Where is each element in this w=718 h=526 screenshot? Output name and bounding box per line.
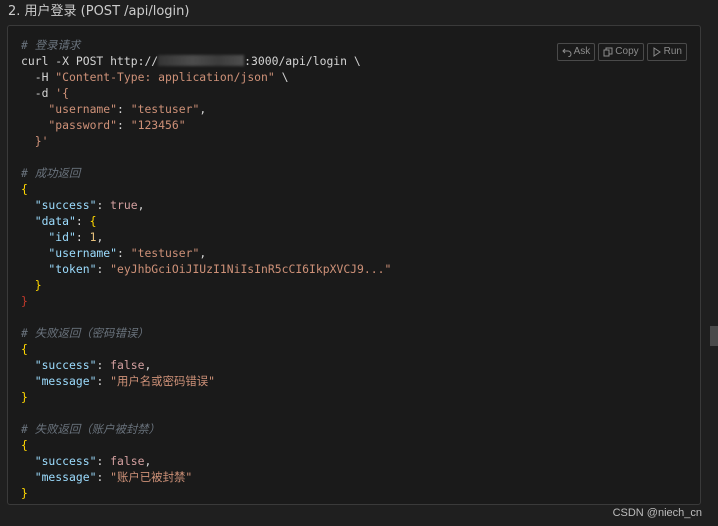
copy-button[interactable]: Copy <box>598 43 644 61</box>
code-line: } <box>21 294 28 308</box>
comment-fail-password: # 失败返回（密码错误） <box>21 326 149 340</box>
code-line: } <box>21 278 42 292</box>
header-value: "Content-Type: application/json" <box>55 70 275 84</box>
id-key: "id" <box>21 230 76 244</box>
code-line: }' <box>21 133 391 149</box>
section-heading: 2. 用户登录 (POST /api/login) <box>8 4 190 19</box>
fail-success-value: false <box>110 358 145 372</box>
username-key: "username" <box>21 102 118 116</box>
code-line: } <box>21 390 28 404</box>
code-line: "success": false, <box>21 454 152 468</box>
message-key: "message" <box>21 374 97 388</box>
header-flag: -H <box>21 70 56 84</box>
message-value-password: "用户名或密码错误" <box>110 374 215 388</box>
code-line: { <box>21 342 28 356</box>
code-line: "token": "eyJhbGciOiJIUzI1NiIsInR5cCI6Ik… <box>21 262 392 276</box>
code-line: # 失败返回（密码错误） <box>21 325 391 341</box>
play-icon <box>653 47 661 57</box>
fail-success-key: "success" <box>21 358 97 372</box>
code-line: } <box>21 486 28 500</box>
code-line: { <box>21 438 28 452</box>
code-line: # 登录请求 <box>21 37 391 53</box>
token-value: "eyJhbGciOiJIUzI1NiIsInR5cCI6IkpXVCJ9...… <box>110 262 392 276</box>
code-line: curl -X POST http:// :3000/api/login \ <box>21 53 391 69</box>
code-line: "data": { <box>21 214 97 228</box>
password-key: "password" <box>21 118 118 132</box>
data-close: }' <box>21 134 49 148</box>
redacted-host <box>158 55 245 66</box>
curl-command: curl -X POST http:// <box>21 54 159 68</box>
password-value: "123456" <box>130 118 186 132</box>
url-tail: :3000/api/login \ <box>244 54 361 68</box>
message-value-banned: "账户已被封禁" <box>110 470 193 484</box>
banned-message-key: "message" <box>21 470 97 484</box>
ask-button[interactable]: Ask <box>556 43 596 61</box>
comment-login-request: # 登录请求 <box>21 38 81 52</box>
code-line: "message": "用户名或密码错误" <box>21 374 215 388</box>
line-continuation: \ <box>274 70 289 84</box>
data-flag: -d <box>21 86 56 100</box>
comment-success: # 成功返回 <box>21 166 81 180</box>
code-line: -H "Content-Type: application/json" \ <box>21 69 391 85</box>
banned-success-key: "success" <box>21 454 97 468</box>
code-line: # 成功返回 <box>21 165 391 181</box>
response-username-value: "testuser" <box>130 246 200 260</box>
ask-label: Ask <box>573 46 591 57</box>
success-key: "success" <box>21 198 97 212</box>
data-key: "data" <box>21 214 76 228</box>
code-line: "username": "testuser", <box>21 246 207 260</box>
code-actions: Ask Copy Run <box>556 43 687 61</box>
run-button[interactable]: Run <box>646 43 687 61</box>
comment-fail-banned: # 失败返回（账户被封禁） <box>21 422 161 436</box>
banned-success-value: false <box>110 454 145 468</box>
undo-arrow-icon <box>561 48 572 57</box>
code-line: "success": false, <box>21 358 152 372</box>
code-line: # 失败返回（账户被封禁） <box>21 421 391 437</box>
copy-icon <box>603 47 613 57</box>
code-line: -d '{ <box>21 85 391 101</box>
scrollbar-thumb[interactable] <box>710 326 718 346</box>
response-username-key: "username" <box>21 246 118 260</box>
code-line: "password": "123456" <box>21 118 186 132</box>
token-key: "token" <box>21 262 97 276</box>
code-block: Ask Copy Run # 登录请求 curl -X POST http://:… <box>7 25 701 505</box>
code-line: "username": "testuser", <box>21 102 207 116</box>
username-value: "testuser" <box>130 102 200 116</box>
code-line: "message": "账户已被封禁" <box>21 470 193 484</box>
code-line: "id": 1, <box>21 230 104 244</box>
data-open: '{ <box>55 86 70 100</box>
watermark: CSDN @niech_cn <box>612 507 702 519</box>
run-label: Run <box>663 46 682 57</box>
success-value: true <box>110 198 138 212</box>
code-text: # 登录请求 curl -X POST http:// :3000/api/logi… <box>21 37 391 501</box>
code-line: "success": true, <box>21 198 145 212</box>
code-line: { <box>21 182 28 196</box>
page: 2. 用户登录 (POST /api/login) Ask Copy Run #… <box>0 0 718 526</box>
copy-label: Copy <box>615 46 639 57</box>
